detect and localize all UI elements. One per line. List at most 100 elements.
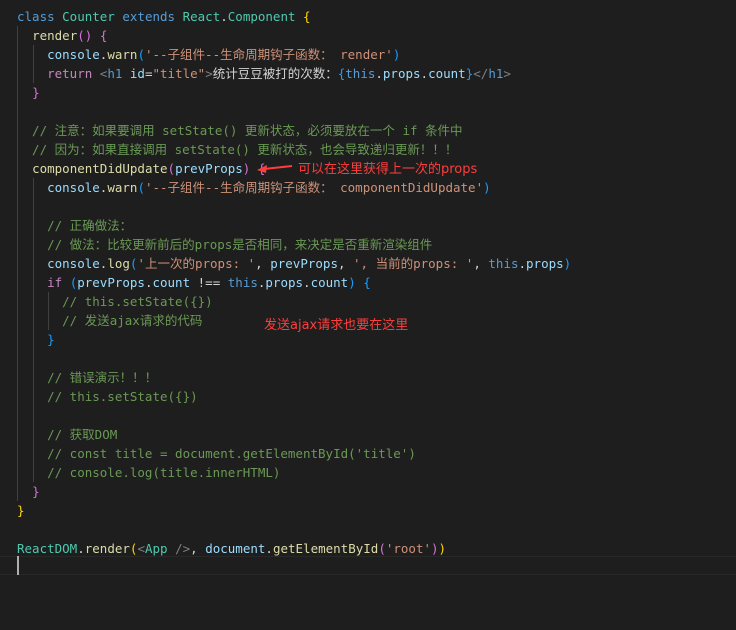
- code-token: ): [438, 541, 447, 556]
- code-line: class Counter extends React.Component {: [17, 7, 311, 26]
- code-token: h1: [107, 66, 130, 81]
- code-token: render: [32, 28, 78, 43]
- code-token: count: [152, 275, 191, 290]
- code-token: // 注意：如果要调用 setState() 更新状态，必须要放在一个 if 条…: [17, 123, 463, 138]
- prevprops-annotation: 可以在这里获得上一次的props: [298, 162, 478, 177]
- code-token: ): [483, 180, 491, 195]
- code-token: App: [144, 541, 176, 556]
- code-token: this: [488, 256, 519, 271]
- code-token: props: [382, 66, 421, 81]
- code-token: // 发送ajax请求的代码: [17, 313, 203, 328]
- code-token: warn: [107, 47, 138, 62]
- code-token: // 因为：如果直接调用 setState() 更新状态，也会导致递归更新！！！: [17, 142, 458, 157]
- code-token: (: [137, 47, 145, 62]
- code-token: class: [17, 9, 63, 24]
- code-token: ,: [190, 541, 206, 556]
- code-token: <: [137, 541, 145, 556]
- code-line: // 注意：如果要调用 setState() 更新状态，必须要放在一个 if 条…: [17, 121, 463, 140]
- code-token: .: [77, 541, 85, 556]
- code-token: props: [265, 275, 304, 290]
- code-token: return: [47, 66, 100, 81]
- text-cursor: [17, 556, 19, 575]
- code-token: }: [47, 332, 55, 347]
- code-token: (: [137, 180, 145, 195]
- code-token: '--子组件--生命周期钩子函数： componentDidUpdate': [144, 180, 484, 195]
- code-token: .: [265, 541, 273, 556]
- code-token: {: [99, 28, 108, 43]
- code-token: >: [205, 66, 213, 81]
- code-token: !==: [190, 275, 228, 290]
- code-token: }: [32, 484, 40, 499]
- code-token: if: [47, 275, 70, 290]
- code-token: count: [428, 66, 466, 81]
- code-line: // 做法：比较更新前后的props是否相同，来决定是否重新渲染组件: [17, 235, 432, 254]
- code-token: getElementById: [272, 541, 379, 556]
- code-token: =: [144, 66, 153, 81]
- code-line: componentDidUpdate(prevProps) {: [17, 159, 265, 178]
- code-token: count: [310, 275, 349, 290]
- code-token: // 错误演示！！！: [17, 370, 158, 385]
- code-line: console.warn('--子组件--生命周期钩子函数： component…: [17, 178, 491, 197]
- code-line: // 获取DOM: [17, 425, 117, 444]
- code-line: // 因为：如果直接调用 setState() 更新状态，也会导致递归更新！！！: [17, 140, 457, 159]
- code-token: props: [526, 256, 564, 271]
- code-token: id: [129, 66, 145, 81]
- code-line: // this.setState({}): [17, 292, 213, 311]
- code-token: ,: [255, 256, 271, 271]
- code-token: prevProps: [270, 256, 338, 271]
- code-token: ): [348, 275, 356, 290]
- code-line: // 发送ajax请求的代码: [17, 311, 202, 330]
- code-token: ): [563, 256, 572, 271]
- code-token: // const title = document.getElementById…: [17, 446, 416, 461]
- code-line: // 正确做法：: [17, 216, 132, 235]
- code-line: // 错误演示！！！: [17, 368, 157, 387]
- code-line: // console.log(title.innerHTML): [17, 463, 280, 482]
- code-line: // const title = document.getElementById…: [17, 444, 416, 463]
- code-editor[interactable]: class Counter extends React.Component { …: [0, 0, 736, 630]
- current-line-highlight: [0, 556, 736, 575]
- code-token: .: [420, 66, 429, 81]
- code-token: this: [227, 275, 258, 290]
- code-token: warn: [107, 180, 138, 195]
- code-token: this: [345, 66, 376, 81]
- code-token: render: [84, 541, 130, 556]
- code-token: ReactDOM: [17, 541, 78, 556]
- code-token: >: [503, 66, 511, 81]
- code-token: ,: [337, 256, 354, 271]
- code-token: .: [518, 256, 527, 271]
- code-token: (: [167, 161, 176, 176]
- code-token: '--子组件--生命周期钩子函数： render': [144, 47, 393, 62]
- code-token: Component: [227, 9, 304, 24]
- code-token: log: [107, 256, 130, 271]
- code-token: console: [47, 256, 100, 271]
- code-token: // this.setState({}): [17, 294, 213, 309]
- code-token: h1: [488, 66, 504, 81]
- code-line: return <h1 id="title">统计豆豆被打的次数：{this.pr…: [17, 64, 511, 83]
- code-line: }: [17, 482, 40, 501]
- code-token: .: [303, 275, 311, 290]
- code-line: // this.setState({}): [17, 387, 198, 406]
- code-token: prevProps: [175, 161, 243, 176]
- code-token: 统计豆豆被打的次数：: [212, 66, 338, 81]
- code-line: if (prevProps.count !== this.props.count…: [17, 273, 371, 292]
- ajax-annotation: 发送ajax请求也要在这里: [264, 318, 409, 333]
- code-line: render() {: [17, 26, 107, 45]
- code-token: prevProps: [77, 275, 145, 290]
- code-token: {: [303, 9, 311, 24]
- code-token: (: [378, 541, 386, 556]
- code-token: "title": [152, 66, 206, 81]
- code-token: {: [363, 275, 371, 290]
- code-token: ,: [473, 256, 489, 271]
- code-token: // 获取DOM: [17, 427, 118, 442]
- code-line: }: [17, 83, 40, 102]
